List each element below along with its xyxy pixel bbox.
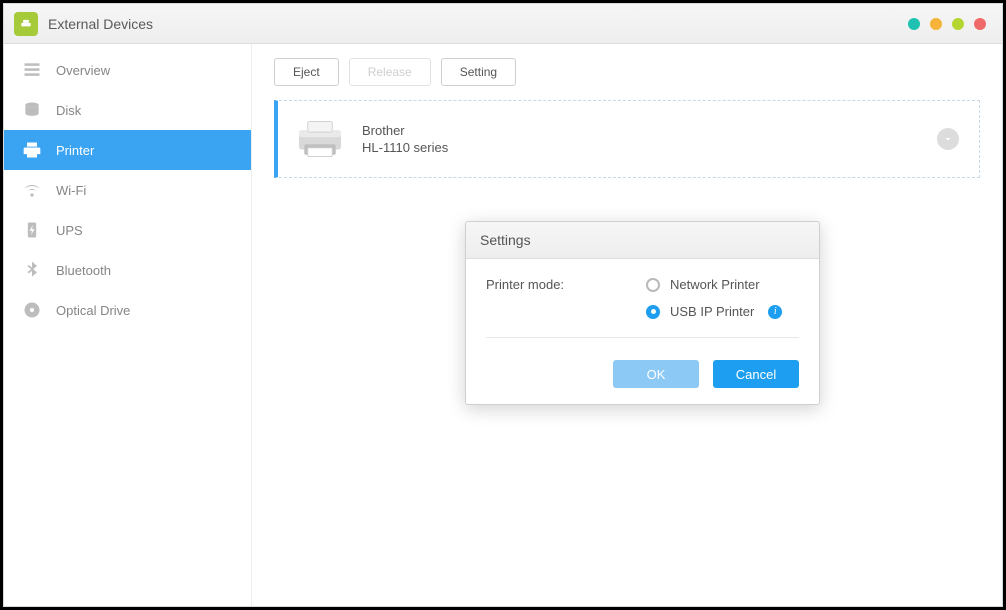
- device-model: HL-1110 series: [362, 140, 448, 155]
- printer-icon: [22, 140, 42, 160]
- app-icon: [14, 12, 38, 36]
- sidebar-item-label: Disk: [56, 103, 81, 118]
- option-usb-ip-printer[interactable]: USB IP Printer i: [646, 304, 782, 319]
- sidebar-item-label: UPS: [56, 223, 83, 238]
- release-button: Release: [349, 58, 431, 86]
- radio-checked-icon: [646, 305, 660, 319]
- window-dot-lime[interactable]: [952, 18, 964, 30]
- dialog-separator: [486, 337, 799, 338]
- window-dot-teal[interactable]: [908, 18, 920, 30]
- info-icon[interactable]: i: [768, 305, 782, 319]
- ups-icon: [22, 220, 42, 240]
- sidebar-item-label: Optical Drive: [56, 303, 130, 318]
- device-brand: Brother: [362, 123, 448, 138]
- ok-button[interactable]: OK: [613, 360, 699, 388]
- window-dot-orange[interactable]: [930, 18, 942, 30]
- sidebar-item-wifi[interactable]: Wi-Fi: [4, 170, 251, 210]
- setting-button[interactable]: Setting: [441, 58, 516, 86]
- optical-icon: [22, 300, 42, 320]
- toolbar: Eject Release Setting: [274, 58, 980, 86]
- sidebar-item-printer[interactable]: Printer: [4, 130, 251, 170]
- sidebar-item-disk[interactable]: Disk: [4, 90, 251, 130]
- chevron-down-icon[interactable]: [937, 128, 959, 150]
- sidebar-item-label: Printer: [56, 143, 94, 158]
- disk-icon: [22, 100, 42, 120]
- sidebar-item-overview[interactable]: Overview: [4, 50, 251, 90]
- settings-dialog: Settings Printer mode: Network Printer U…: [465, 221, 820, 405]
- printer-mode-label: Printer mode:: [486, 277, 646, 319]
- window-controls: [908, 18, 992, 30]
- option-label: USB IP Printer: [670, 304, 754, 319]
- device-printer-icon: [292, 115, 348, 163]
- cancel-button[interactable]: Cancel: [713, 360, 799, 388]
- titlebar: External Devices: [4, 4, 1002, 44]
- radio-unchecked-icon: [646, 278, 660, 292]
- sidebar-item-bluetooth[interactable]: Bluetooth: [4, 250, 251, 290]
- wifi-icon: [22, 180, 42, 200]
- overview-icon: [22, 60, 42, 80]
- sidebar-item-label: Wi-Fi: [56, 183, 86, 198]
- device-text: Brother HL-1110 series: [362, 123, 448, 155]
- option-network-printer[interactable]: Network Printer: [646, 277, 782, 292]
- bluetooth-icon: [22, 260, 42, 280]
- sidebar-item-label: Bluetooth: [56, 263, 111, 278]
- sidebar-item-label: Overview: [56, 63, 110, 78]
- device-row[interactable]: Brother HL-1110 series: [274, 100, 980, 178]
- window-dot-red[interactable]: [974, 18, 986, 30]
- window-title: External Devices: [48, 16, 153, 32]
- sidebar: Overview Disk Printer Wi-Fi: [4, 44, 252, 606]
- dialog-title: Settings: [466, 222, 819, 259]
- sidebar-item-optical[interactable]: Optical Drive: [4, 290, 251, 330]
- sidebar-item-ups[interactable]: UPS: [4, 210, 251, 250]
- eject-button[interactable]: Eject: [274, 58, 339, 86]
- option-label: Network Printer: [670, 277, 760, 292]
